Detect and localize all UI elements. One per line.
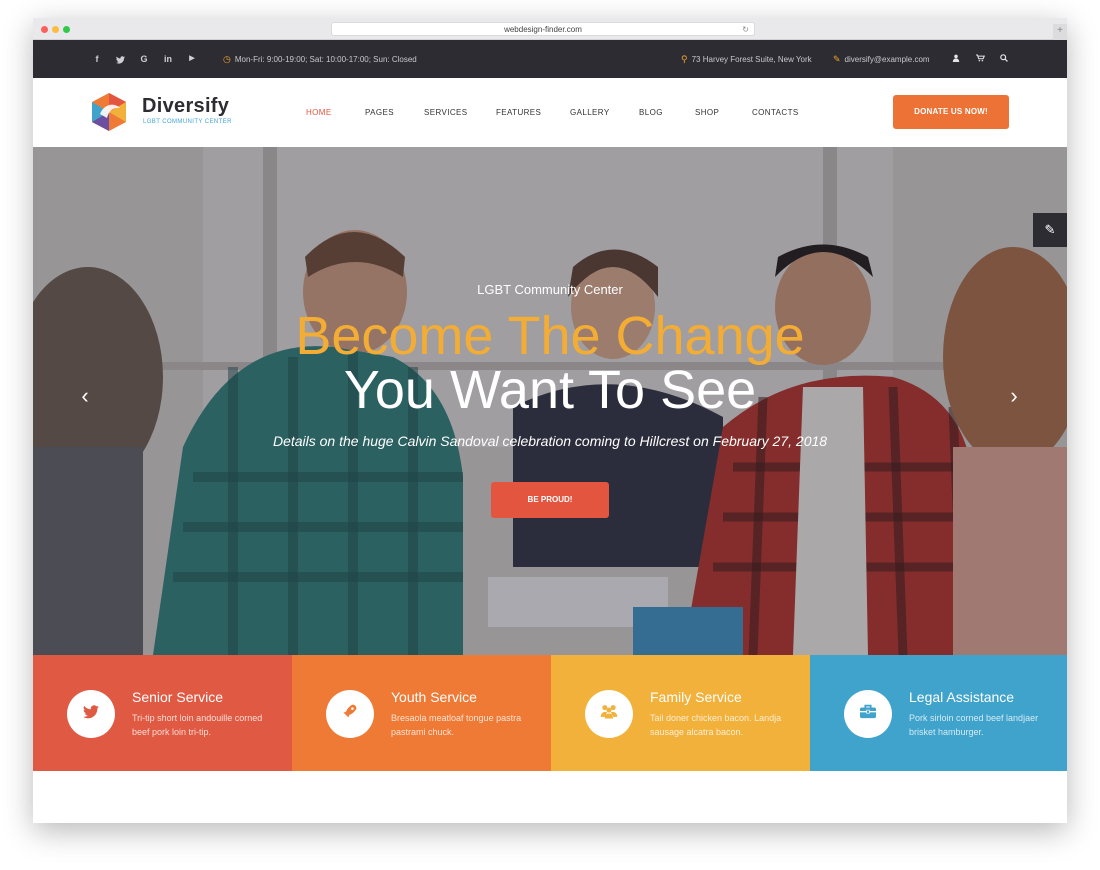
address: ⚲ 73 Harvey Forest Suite, New York xyxy=(681,54,812,64)
nav-contacts[interactable]: CONTACTS xyxy=(752,108,799,117)
address-bar[interactable]: webdesign-finder.com ↻ xyxy=(331,22,755,36)
pencil-icon[interactable]: ✎ xyxy=(1033,213,1067,247)
service-description: Bresaola meatloaf tongue pastra pastrami… xyxy=(391,713,522,737)
nav-home[interactable]: HOME xyxy=(306,108,332,117)
service-description: Tri-tip short loin andouille corned beef… xyxy=(132,713,263,737)
user-icon[interactable] xyxy=(950,40,962,78)
email[interactable]: ✎ diversify@example.com xyxy=(833,40,930,79)
browser-window: webdesign-finder.com ↻ + f G in ▶ ◷ Mon-F… xyxy=(33,18,1067,823)
top-info-bar: f G in ▶ ◷ Mon-Fri: 9:00-19:00; Sat: 10:0… xyxy=(33,40,1067,78)
nav-blog[interactable]: BLOG xyxy=(639,108,663,117)
brand-name[interactable]: Diversify xyxy=(142,95,229,118)
service-legal[interactable]: Legal Assistance Pork sirloin corned bee… xyxy=(810,655,1067,771)
close-window-button[interactable] xyxy=(41,26,48,33)
service-title[interactable]: Senior Service xyxy=(132,689,223,705)
facebook-icon[interactable]: f xyxy=(90,40,104,78)
linkedin-icon[interactable]: in xyxy=(161,40,175,78)
donate-button[interactable]: DONATE US NOW! xyxy=(893,95,1009,129)
browser-toolbar: webdesign-finder.com ↻ + xyxy=(33,18,1067,40)
plus-icon[interactable]: + xyxy=(1053,24,1067,40)
pencil-icon: ✎ xyxy=(833,54,841,64)
service-youth[interactable]: Youth Service Bresaola meatloaf tongue p… xyxy=(292,655,551,771)
reload-icon[interactable]: ↻ xyxy=(742,23,749,36)
hero-eyebrow: LGBT Community Center xyxy=(477,282,623,297)
briefcase-icon xyxy=(844,690,892,738)
brand-tagline: LGBT COMMUNITY CENTER xyxy=(143,119,232,125)
hero-slider: LGBT Community Center Become The Change … xyxy=(33,147,1067,655)
service-family[interactable]: Family Service Tail doner chicken bacon.… xyxy=(551,655,810,771)
hero-title-line2: You Want To See xyxy=(343,360,757,420)
search-icon[interactable] xyxy=(998,40,1010,78)
service-title[interactable]: Youth Service xyxy=(391,689,477,705)
url-text: webdesign-finder.com xyxy=(504,25,582,34)
twitter-bird-icon xyxy=(67,690,115,738)
clock-icon: ◷ xyxy=(223,54,231,64)
service-title[interactable]: Legal Assistance xyxy=(909,689,1014,705)
opening-hours: ◷ Mon-Fri: 9:00-19:00; Sat: 10:00-17:00; … xyxy=(223,54,417,64)
youtube-icon[interactable]: ▶ xyxy=(185,40,199,78)
nav-features[interactable]: FEATURES xyxy=(496,108,541,117)
be-proud-button[interactable]: BE PROUD! xyxy=(491,482,609,518)
maximize-window-button[interactable] xyxy=(63,26,70,33)
rocket-icon xyxy=(326,690,374,738)
service-description: Pork sirloin corned beef landjaer briske… xyxy=(909,713,1039,737)
chevron-right-icon[interactable]: › xyxy=(1004,383,1024,409)
services-strip: Senior Service Tri-tip short loin andoui… xyxy=(33,655,1067,771)
chevron-left-icon[interactable]: ‹ xyxy=(75,383,95,409)
service-senior[interactable]: Senior Service Tri-tip short loin andoui… xyxy=(33,655,292,771)
group-icon xyxy=(585,690,633,738)
service-description: Tail doner chicken bacon. Landja sausage… xyxy=(650,713,782,737)
nav-shop[interactable]: SHOP xyxy=(695,108,719,117)
minimize-window-button[interactable] xyxy=(52,26,59,33)
page-content-area xyxy=(33,771,1067,823)
nav-pages[interactable]: PAGES xyxy=(365,108,394,117)
nav-gallery[interactable]: GALLERY xyxy=(570,108,610,117)
site-header: Diversify LGBT COMMUNITY CENTER HOME PAG… xyxy=(33,78,1067,147)
diversify-logo-icon[interactable] xyxy=(90,92,128,132)
hero-subtitle: Details on the huge Calvin Sandoval cele… xyxy=(272,433,828,449)
twitter-icon[interactable] xyxy=(113,40,127,78)
map-pin-icon: ⚲ xyxy=(681,54,688,64)
service-title[interactable]: Family Service xyxy=(650,689,742,705)
cart-icon[interactable] xyxy=(974,40,986,78)
google-icon[interactable]: G xyxy=(137,40,151,78)
hero-title-line1: Become The Change xyxy=(295,306,805,366)
nav-services[interactable]: SERVICES xyxy=(424,108,468,117)
